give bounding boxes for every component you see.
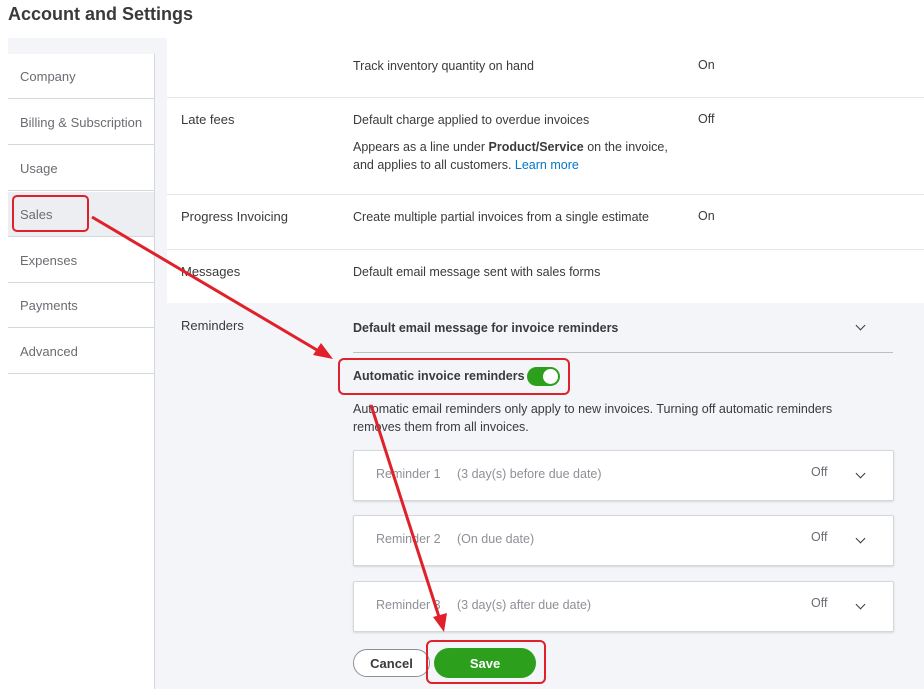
auto-reminders-info-line1: Automatic email reminders only apply to …: [353, 402, 833, 416]
sidebar-item-label: Company: [20, 68, 76, 84]
reminder-name: Reminder 1: [376, 467, 441, 481]
progress-invoicing-description: Create multiple partial invoices from a …: [353, 210, 649, 224]
inventory-value: On: [698, 58, 715, 72]
reminder-detail: (3 day(s) before due date): [457, 467, 602, 481]
sidebar-item-label: Expenses: [20, 252, 78, 268]
auto-reminders-info: Automatic email reminders only apply to …: [353, 400, 873, 436]
reminder-state: Off: [811, 530, 828, 544]
reminder-card-2[interactable]: Reminder 2 (On due date) Off: [353, 515, 894, 566]
annotation-highlight-sales: [12, 195, 89, 232]
reminder-detail: (3 day(s) after due date): [457, 598, 592, 612]
reminder-state: Off: [811, 596, 828, 610]
sidebar-item-advanced[interactable]: Advanced: [8, 329, 154, 374]
reminders-header[interactable]: Default email message for invoice remind…: [353, 319, 618, 337]
cancel-button[interactable]: Cancel: [353, 649, 430, 677]
reminder-detail: (On due date): [457, 532, 535, 546]
late-fees-note-text-2: on the invoice,: [587, 140, 668, 154]
reminders-divider: [353, 352, 893, 353]
late-fees-note: Appears as a line under Product/Service …: [353, 138, 683, 174]
sidebar-item-company[interactable]: Company: [8, 54, 154, 99]
sidebar-item-label: Advanced: [20, 343, 78, 359]
chevron-down-icon[interactable]: [855, 533, 866, 544]
reminder-card-3[interactable]: Reminder 3 (3 day(s) after due date) Off: [353, 581, 894, 632]
setting-row-inventory[interactable]: [167, 38, 924, 98]
progress-invoicing-value: On: [698, 209, 715, 223]
chevron-down-icon[interactable]: [855, 468, 866, 479]
late-fees-description: Default charge applied to overdue invoic…: [353, 113, 590, 127]
reminder-name: Reminder 3: [376, 598, 441, 612]
reminder-card-1[interactable]: Reminder 1 (3 day(s) before due date) Of…: [353, 450, 894, 501]
learn-more-link[interactable]: Learn more: [515, 158, 579, 172]
sidebar-item-label: Payments: [20, 297, 78, 313]
page-title: Account and Settings: [8, 4, 194, 24]
sidebar-item-expenses[interactable]: Expenses: [8, 238, 154, 283]
sidebar-item-label: Usage: [20, 160, 58, 176]
annotation-highlight-auto-reminders: [338, 358, 570, 395]
sidebar-item-usage[interactable]: Usage: [8, 146, 154, 191]
late-fees-note-text: Appears as a line under: [353, 140, 486, 154]
reminders-label: Reminders: [181, 318, 244, 333]
annotation-highlight-save: [426, 640, 546, 684]
reminder-name: Reminder 2: [376, 532, 441, 546]
late-fees-value: Off: [698, 112, 715, 126]
settings-sidebar: Company Billing & Subscription Usage Sal…: [8, 54, 155, 689]
late-fees-label: Late fees: [181, 112, 235, 127]
messages-description: Default email message sent with sales fo…: [353, 265, 601, 279]
late-fees-note-line2: and applies to all customers.: [353, 158, 512, 172]
chevron-down-icon[interactable]: [855, 599, 866, 610]
auto-reminders-info-line2: removes them from all invoices.: [353, 420, 529, 434]
sidebar-item-label: Billing & Subscription: [20, 114, 143, 130]
sidebar-item-billing[interactable]: Billing & Subscription: [8, 100, 154, 145]
inventory-description: Track inventory quantity on hand: [353, 59, 534, 73]
messages-label: Messages: [181, 264, 241, 279]
late-fees-note-bold: Product/Service: [488, 140, 584, 154]
sidebar-item-payments[interactable]: Payments: [8, 283, 154, 328]
reminder-state: Off: [811, 465, 828, 479]
progress-invoicing-label: Progress Invoicing: [181, 209, 288, 224]
